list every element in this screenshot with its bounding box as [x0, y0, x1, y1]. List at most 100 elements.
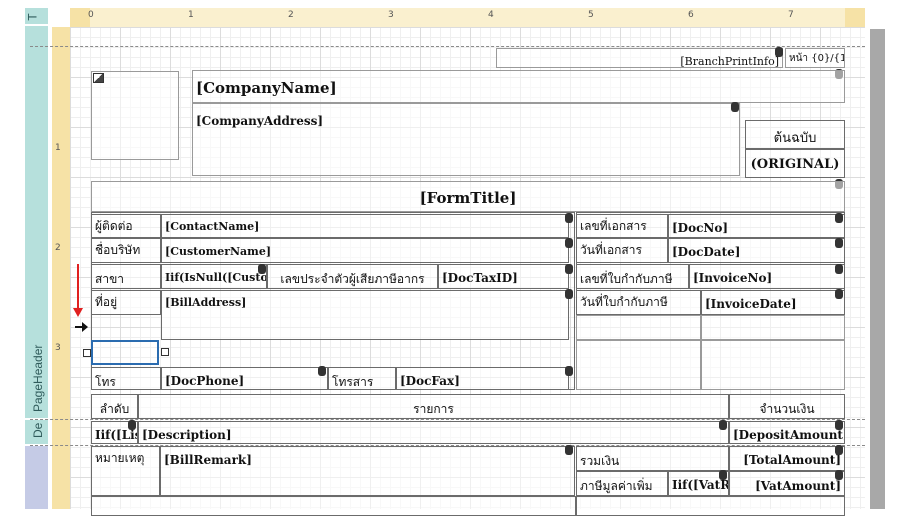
company-name-field[interactable]: [CompanyName]: [192, 70, 845, 103]
resize-handle[interactable]: [161, 348, 169, 356]
docno-label-text: เลขที่เอกสาร: [580, 219, 647, 233]
band-top-label: T: [25, 13, 40, 21]
branch-label[interactable]: สาขา: [91, 264, 161, 289]
database-icon: [835, 470, 843, 480]
invoiceno-value-text: [InvoiceNo]: [693, 271, 773, 285]
invoiceno-value[interactable]: [InvoiceNo]: [689, 264, 845, 289]
phone-label[interactable]: โทร: [91, 367, 161, 390]
ruler-h-2: 2: [288, 10, 294, 20]
company-address-field[interactable]: [CompanyAddress]: [192, 103, 740, 176]
database-icon: [318, 366, 326, 376]
docdate-label[interactable]: วันที่เอกสาร: [576, 238, 668, 263]
taxid-value[interactable]: [DocTaxID]: [438, 264, 569, 289]
remark-value[interactable]: [BillRemark]: [160, 446, 575, 496]
invoicedate-label[interactable]: วันที่ใบกำกับภาษี: [576, 290, 701, 315]
picture-icon: [93, 73, 104, 83]
database-icon: [731, 102, 739, 112]
band-separator: [30, 46, 865, 47]
page-info[interactable]: หน้า {0}/{1}: [785, 48, 845, 68]
database-icon: [719, 470, 727, 480]
invoiceno-label[interactable]: เลขที่ใบกำกับภาษี: [576, 264, 689, 289]
database-icon: [258, 264, 266, 274]
remark-value-text: [BillRemark]: [164, 453, 252, 467]
detail-description[interactable]: [Description]: [138, 421, 729, 444]
original-th-text: ต้นฉบับ: [773, 131, 817, 146]
original-en-text: (ORIGINAL): [750, 157, 840, 172]
ruler-h-0: 0: [88, 10, 94, 20]
docno-label[interactable]: เลขที่เอกสาร: [576, 214, 668, 238]
ruler-v-2: 2: [55, 243, 61, 253]
total-label-text: รวมเงิน: [580, 454, 620, 468]
form-title-text: [FormTitle]: [419, 189, 517, 207]
company-logo-picture[interactable]: [91, 71, 179, 160]
database-icon: [565, 289, 573, 299]
resize-handle[interactable]: [83, 349, 91, 357]
address-label[interactable]: ที่อยู่: [91, 290, 161, 315]
database-icon: [719, 420, 727, 430]
original-th-label[interactable]: ต้นฉบับ: [745, 120, 845, 149]
vat-label[interactable]: ภาษีมูลค่าเพิ่ม: [576, 471, 668, 496]
column-header-no-text: ลำดับ: [99, 402, 130, 416]
database-icon: [835, 238, 843, 248]
footer-next-row-right[interactable]: [576, 496, 845, 516]
contact-label[interactable]: ผู้ติดต่อ: [91, 214, 161, 238]
column-header-amount[interactable]: จำนวนเงิน: [729, 394, 845, 419]
taxid-label[interactable]: เลขประจำตัวผู้เสียภาษีอากร: [267, 264, 438, 289]
remark-label[interactable]: หมายเหตุ: [91, 446, 160, 496]
vat-value-text: [VatAmount]: [755, 479, 841, 493]
taxid-label-text: เลขประจำตัวผู้เสียภาษีอากร: [280, 272, 425, 286]
company-name-text: [CompanyName]: [196, 79, 337, 97]
invoiceno-label-text: เลขที่ใบกำกับภาษี: [580, 272, 673, 286]
phone-label-text: โทร: [95, 375, 116, 389]
ruler-v-3: 3: [55, 343, 61, 353]
database-icon: [835, 213, 843, 223]
empty-cell[interactable]: [576, 340, 701, 390]
branch-print-info[interactable]: [BranchPrintInfo]: [496, 48, 783, 68]
empty-cell[interactable]: [576, 315, 701, 340]
invoicedate-value-text: [InvoiceDate]: [705, 297, 797, 311]
horizontal-ruler: 0 1 2 3 4 5 6 7: [70, 8, 865, 27]
fax-value[interactable]: [DocFax]: [396, 367, 569, 390]
red-arrow-icon: [73, 264, 83, 317]
vat-label-text: ภาษีมูลค่าเพิ่ม: [580, 479, 653, 493]
branch-value[interactable]: Iif(IsNull([Custom: [161, 264, 267, 289]
vat-value[interactable]: [VatAmount]: [729, 471, 845, 496]
fax-label[interactable]: โทรสาร: [328, 367, 396, 390]
database-icon: [835, 264, 843, 274]
column-header-items[interactable]: รายการ: [138, 394, 729, 419]
form-title-field[interactable]: [FormTitle]: [91, 181, 845, 212]
address-label-text: ที่อยู่: [95, 295, 118, 309]
database-icon: [775, 47, 783, 57]
original-en-label[interactable]: (ORIGINAL): [745, 149, 845, 178]
docno-value-text: [DocNo]: [672, 221, 729, 235]
company-value[interactable]: [CustomerName]: [161, 238, 569, 263]
band-pageheader-label: PageHeader: [31, 344, 45, 412]
phone-value[interactable]: [DocPhone]: [161, 367, 328, 390]
band-footer-strip[interactable]: [25, 446, 48, 509]
column-header-no[interactable]: ลำดับ: [91, 394, 138, 419]
footer-next-row[interactable]: [91, 496, 576, 516]
detail-amount[interactable]: [DepositAmount]: [729, 421, 845, 444]
detail-description-text: [Description]: [142, 428, 232, 442]
selected-control[interactable]: [91, 340, 159, 365]
phone-value-text: [DocPhone]: [165, 374, 245, 388]
contact-label-text: ผู้ติดต่อ: [95, 219, 133, 233]
docno-value[interactable]: [DocNo]: [668, 214, 845, 238]
database-icon: [835, 420, 843, 430]
company-label[interactable]: ชื่อบริษัท: [91, 238, 161, 263]
total-label[interactable]: รวมเงิน: [576, 446, 729, 471]
address-value[interactable]: [BillAddress]: [161, 290, 569, 340]
branch-value-text: Iif(IsNull([Custom: [165, 271, 266, 284]
invoicedate-value[interactable]: [InvoiceDate]: [701, 290, 845, 315]
vat-rate-text: Iif([VatRa: [672, 478, 728, 492]
empty-cell[interactable]: [701, 340, 845, 390]
docdate-value[interactable]: [DocDate]: [668, 238, 845, 263]
band-separator: [30, 419, 865, 420]
total-value[interactable]: [TotalAmount]: [729, 446, 845, 471]
ruler-h-5: 5: [588, 10, 594, 20]
column-header-items-text: รายการ: [413, 402, 454, 416]
ruler-h-6: 6: [688, 10, 694, 20]
empty-cell[interactable]: [701, 315, 845, 340]
contact-value[interactable]: [ContactName]: [161, 214, 569, 238]
database-icon: [128, 420, 136, 430]
